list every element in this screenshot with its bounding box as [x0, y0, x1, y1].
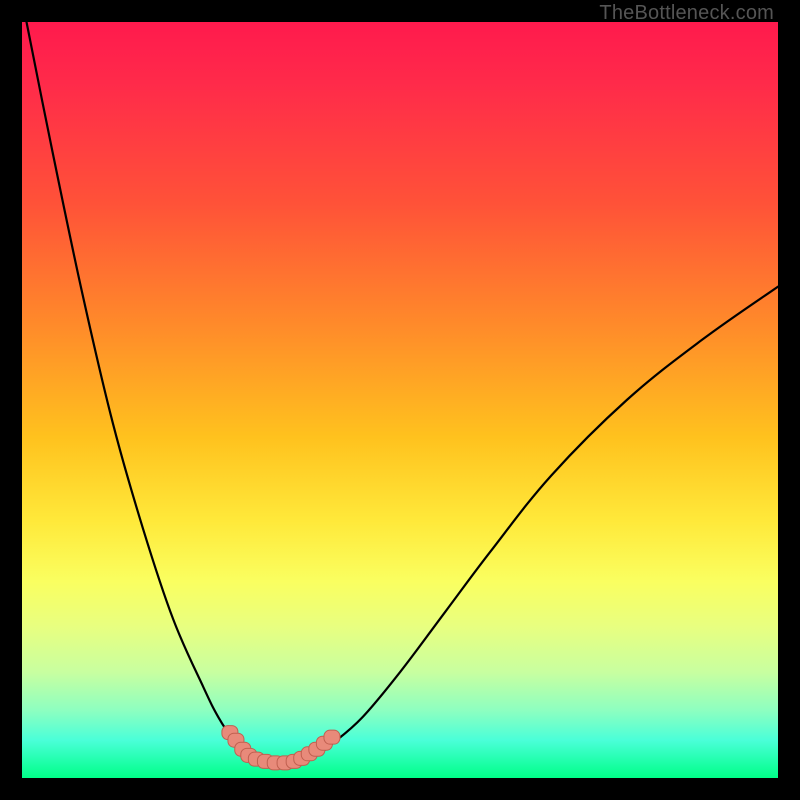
plot-area: [22, 22, 778, 778]
bottleneck-curve: [22, 22, 778, 763]
highlight-markers: [222, 726, 340, 770]
marker-point: [324, 730, 340, 744]
watermark-text: TheBottleneck.com: [599, 2, 774, 25]
chart-frame: TheBottleneck.com: [0, 0, 800, 800]
curve-svg: [22, 22, 778, 778]
